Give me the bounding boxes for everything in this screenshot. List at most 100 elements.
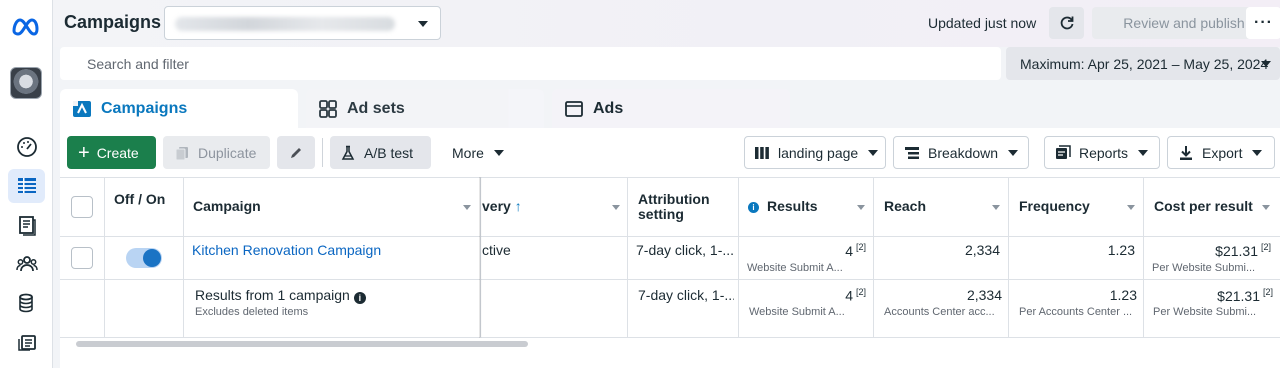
nav-audiences[interactable] — [8, 247, 45, 281]
pencil-icon — [291, 147, 301, 158]
table-icon — [17, 178, 36, 193]
header-reach[interactable]: Reach — [884, 199, 926, 214]
reach-value: 2,334 — [964, 242, 1000, 258]
summary-subtext: Excludes deleted items — [195, 306, 309, 318]
export-label: Export — [1202, 144, 1243, 161]
nav-dashboard[interactable] — [8, 130, 45, 164]
nav-all-tools[interactable] — [8, 325, 45, 359]
header-divider — [60, 236, 1280, 237]
columns-icon — [754, 145, 770, 161]
top-bar: Campaigns Updated just now Review and pu… — [53, 0, 1280, 47]
duplicate-label: Duplicate — [198, 144, 257, 161]
create-button[interactable]: + Create — [67, 136, 156, 169]
grid-icon — [318, 99, 338, 119]
cost-value[interactable]: $21.31 [2] — [1151, 242, 1271, 259]
campaigns-icon — [72, 99, 92, 119]
col-divider — [183, 177, 184, 337]
column-menu-icon[interactable] — [1262, 205, 1270, 210]
column-menu-icon[interactable] — [612, 205, 620, 210]
summary-reach-number: 2,334 — [966, 287, 1002, 303]
reports-label: Reports — [1079, 144, 1129, 161]
header-attribution[interactable]: Attribution setting — [638, 192, 734, 222]
summary-cost-subtext: Per Website Submi... — [1153, 306, 1257, 318]
row-divider — [60, 279, 1280, 280]
select-all-checkbox[interactable] — [71, 196, 93, 218]
meta-logo[interactable] — [10, 14, 42, 38]
account-name-redacted — [175, 17, 395, 31]
stacked-pages-icon — [17, 335, 36, 351]
nav-ads-manager[interactable] — [8, 169, 45, 203]
col-divider — [1008, 177, 1009, 337]
column-menu-icon[interactable] — [992, 205, 1000, 210]
create-label: Create — [96, 144, 139, 161]
summary-reach-subtext: Accounts Center acc... — [884, 306, 995, 318]
search-input[interactable] — [60, 47, 1001, 80]
summary-frequency: 1.23 — [1109, 287, 1137, 303]
row-checkbox[interactable] — [71, 247, 93, 269]
summary-cost-number: $21.31 — [1217, 287, 1260, 304]
summary-results-number: 4 — [845, 287, 853, 304]
col-divider — [1143, 177, 1144, 337]
header-frequency[interactable]: Frequency — [1019, 199, 1090, 214]
results-value[interactable]: 4 [2] — [746, 242, 866, 259]
search-bar[interactable] — [60, 47, 1001, 80]
people-icon — [15, 256, 38, 272]
horizontal-scrollbar[interactable] — [76, 341, 528, 347]
more-label: More — [452, 144, 484, 161]
chevron-down-icon — [1008, 149, 1019, 156]
tab-campaigns[interactable]: Campaigns — [60, 89, 298, 129]
nav-pages[interactable] — [8, 208, 45, 242]
export-button[interactable]: Export — [1167, 136, 1275, 169]
info-icon[interactable]: i — [353, 292, 366, 304]
ab-test-label: A/B test — [364, 144, 414, 161]
reports-icon — [1055, 144, 1071, 161]
account-selector[interactable] — [164, 6, 441, 40]
breakdown-button[interactable]: Breakdown — [893, 136, 1029, 169]
info-icon[interactable]: i — [748, 202, 759, 213]
breakdown-icon — [904, 145, 920, 161]
attribution-value: 7-day click, 1-... — [636, 242, 734, 258]
col-divider — [873, 177, 874, 337]
summary-results-footnote: [2] — [855, 287, 866, 297]
columns-label: landing page — [778, 144, 859, 161]
column-menu-icon[interactable] — [857, 205, 865, 210]
summary-divider — [60, 337, 1280, 338]
campaign-toggle[interactable] — [126, 248, 162, 268]
document-stack-icon — [18, 216, 36, 236]
header-delivery[interactable]: very ↑ — [482, 199, 522, 214]
summary-reach: 2,334 — [882, 287, 1002, 303]
chevron-down-icon — [418, 21, 428, 27]
summary-cost-footnote: [2] — [1262, 287, 1273, 297]
col-divider — [627, 177, 628, 337]
date-range-picker[interactable]: Maximum: Apr 25, 2021 – May 25, 2024 — [1006, 47, 1280, 80]
header-cost-per-result[interactable]: Cost per result — [1154, 199, 1253, 214]
ab-test-button[interactable]: A/B test — [330, 136, 431, 169]
campaign-name-link[interactable]: Kitchen Renovation Campaign — [192, 242, 381, 258]
page-title: Campaigns — [64, 12, 162, 32]
chevron-down-icon — [493, 149, 504, 156]
column-menu-icon[interactable] — [1127, 205, 1135, 210]
chevron-down-icon — [1138, 149, 1149, 156]
tab-label: Ad sets — [347, 100, 405, 117]
left-nav — [0, 0, 53, 368]
duplicate-button[interactable]: Duplicate — [163, 136, 270, 169]
reports-button[interactable]: Reports — [1044, 136, 1160, 169]
header-campaign[interactable]: Campaign — [193, 199, 261, 214]
col-divider — [738, 177, 739, 337]
column-menu-icon[interactable] — [463, 205, 471, 210]
more-button[interactable]: More — [439, 136, 515, 169]
tab-ads[interactable]: Ads — [552, 89, 790, 129]
columns-preset-button[interactable]: landing page — [744, 136, 886, 169]
sort-ascending-icon: ↑ — [514, 199, 522, 214]
refresh-button[interactable] — [1049, 7, 1084, 39]
avatar[interactable] — [10, 67, 42, 99]
header-off-on[interactable]: Off / On — [114, 192, 174, 207]
more-options-button[interactable]: ··· — [1246, 7, 1280, 39]
refresh-icon — [1060, 16, 1073, 30]
nav-billing[interactable] — [8, 286, 45, 320]
edit-button[interactable] — [277, 136, 315, 169]
summary-results-subtext: Website Submit A... — [749, 306, 845, 318]
tab-ad-sets[interactable]: Ad sets — [306, 89, 544, 129]
header-results[interactable]: i Results — [748, 199, 818, 214]
chevron-down-icon — [1261, 61, 1271, 67]
